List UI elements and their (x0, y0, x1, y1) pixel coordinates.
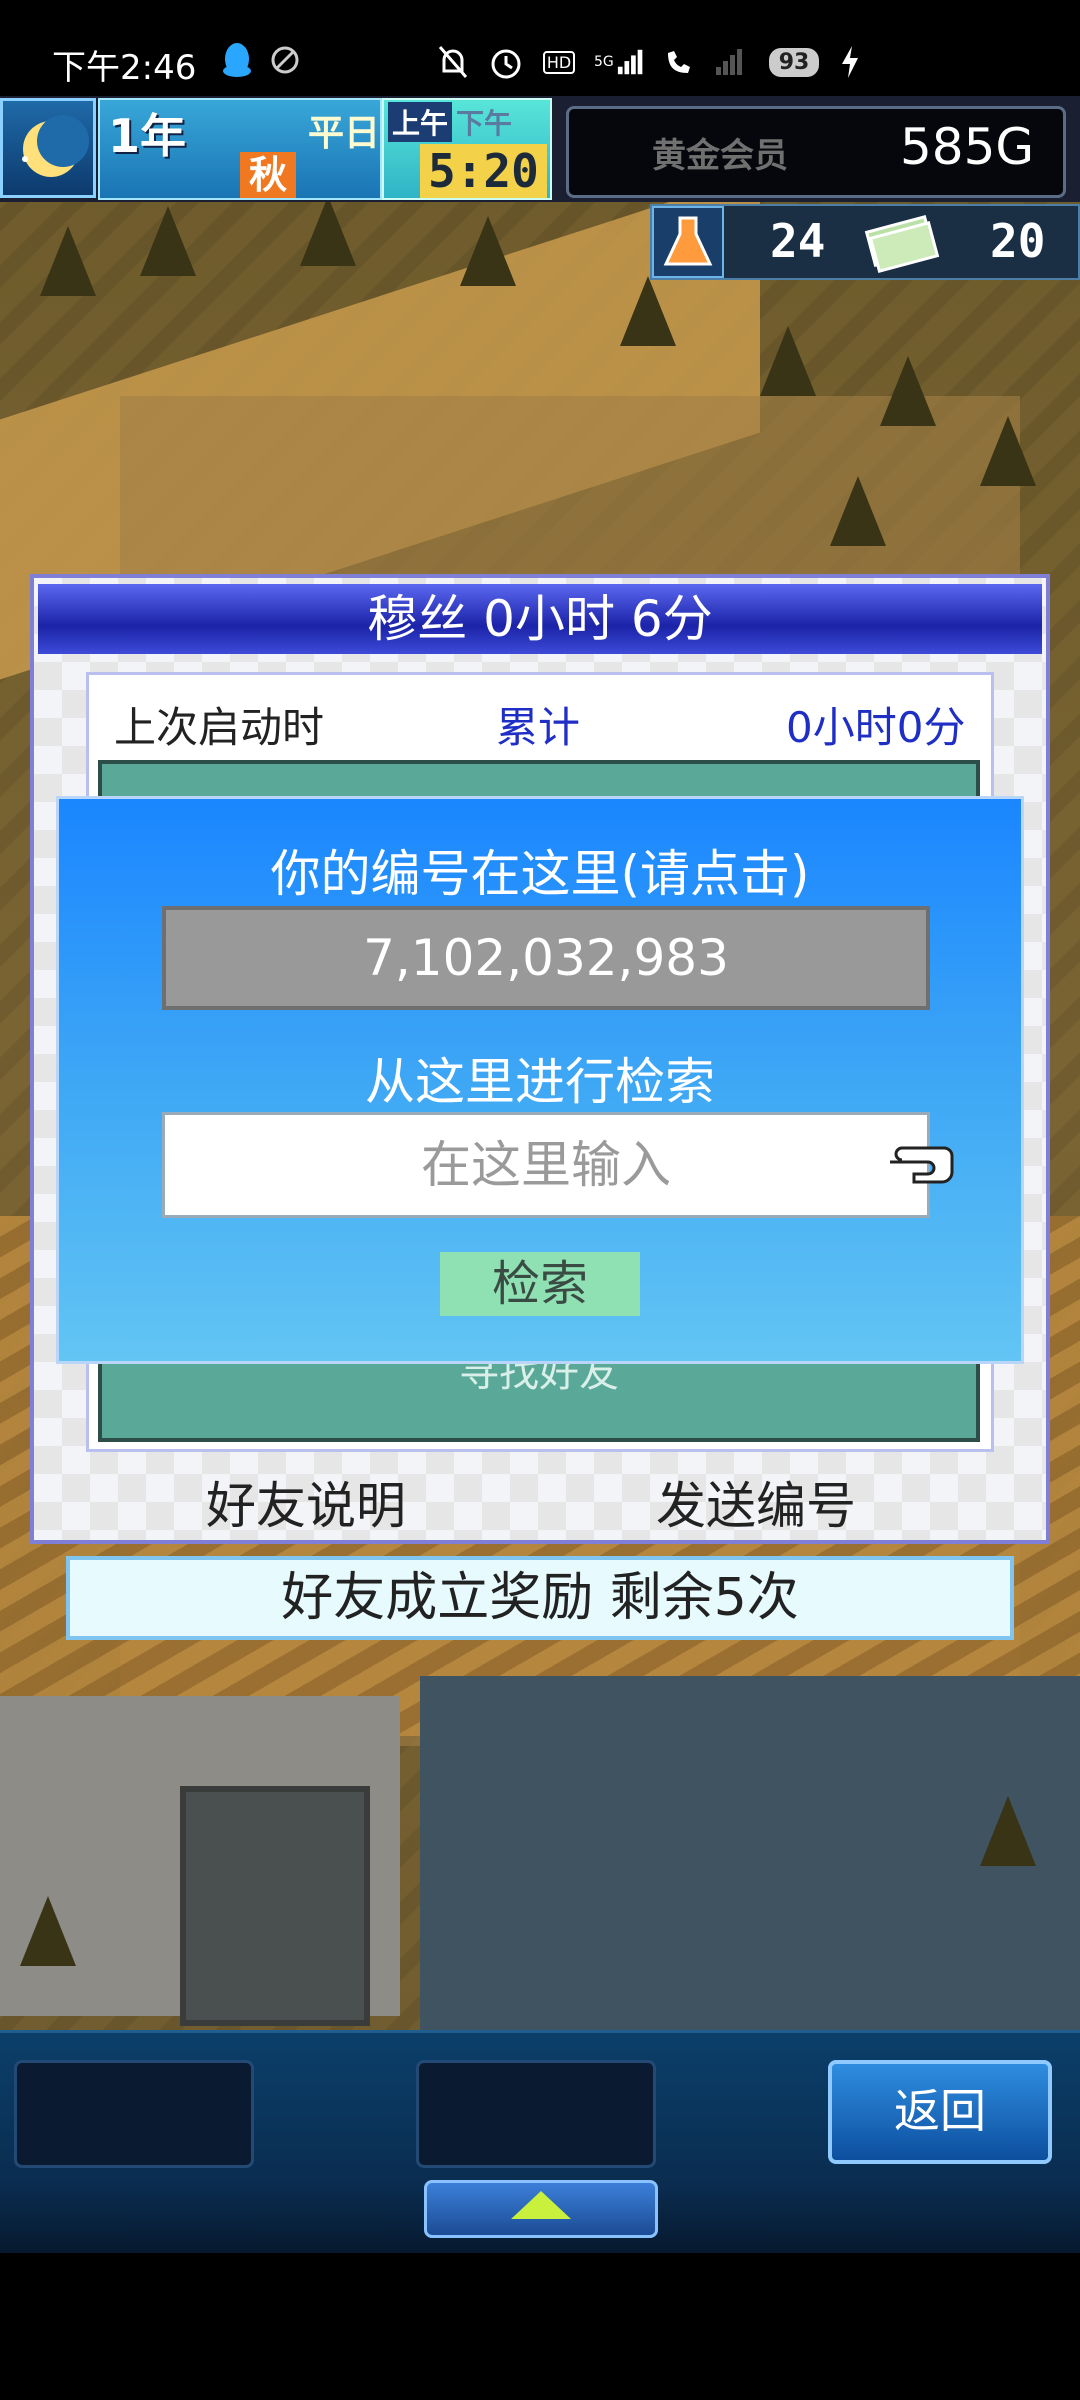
menu-slot-center[interactable] (416, 2060, 656, 2168)
back-button[interactable]: 返回 (828, 2060, 1052, 2164)
send-id-button[interactable]: 发送编号 (656, 1466, 856, 1538)
search-heading: 从这里进行检索 (365, 1053, 715, 1111)
tree (460, 216, 516, 286)
dialog-title: 穆丝 0小时 6分 (38, 584, 1042, 654)
hd-icon: HD (542, 45, 576, 79)
am-label: 上午 (388, 102, 453, 142)
money-bills-icon (862, 212, 942, 276)
tree (20, 1896, 76, 1966)
tree (300, 196, 356, 266)
research-flask-icon (652, 206, 724, 278)
tree (980, 416, 1036, 486)
research-points: 24 (770, 214, 826, 268)
tree (880, 356, 936, 426)
money-points: 20 (990, 214, 1046, 268)
signal-5g-icon: 5G (594, 45, 644, 79)
charging-icon (842, 46, 858, 78)
app-notification-icon (271, 46, 299, 74)
tree (140, 206, 196, 276)
friend-reward-banner: 好友成立奖励 剩余5次 (66, 1556, 1014, 1640)
status-bar: 下午2:46 HD 5G 93 (0, 0, 1080, 96)
friend-id-box[interactable]: 7,102,032,983 (162, 906, 930, 1010)
id-heading: 你的编号在这里(请点击) (270, 845, 810, 903)
last-launch-label: 上次启动时 (114, 703, 325, 752)
gold-amount: 585G (900, 118, 1035, 176)
gold-member-label: 黄金会员 (652, 136, 788, 176)
moon-night-icon[interactable] (0, 98, 96, 198)
call-icon (668, 51, 690, 73)
up-arrow-icon (511, 2191, 571, 2219)
clock-panel: 上午 下午 5:20 (382, 98, 552, 200)
expand-menu-button[interactable] (424, 2180, 658, 2238)
tree (980, 1796, 1036, 1866)
pm-label: 下午 (456, 107, 513, 140)
alarm-icon (491, 49, 521, 79)
date-panel: 1年 平日 秋 (98, 98, 382, 200)
system-icons: HD 5G 93 (436, 40, 860, 84)
qq-penguin-icon (223, 43, 251, 77)
total-label: 累计 (496, 703, 581, 752)
tree (620, 276, 676, 346)
battery-icon: 93 (766, 45, 822, 79)
tree (40, 226, 96, 296)
search-button[interactable]: 检索 (440, 1252, 640, 1316)
tree (830, 476, 886, 546)
tree (760, 326, 816, 396)
mute-bell-icon (438, 46, 468, 78)
friend-search-input[interactable] (162, 1112, 930, 1218)
season-label: 秋 (240, 152, 296, 198)
game-clock: 5:20 (420, 144, 547, 198)
day-type-label: 平日 (308, 113, 381, 154)
status-time: 下午2:46 (52, 48, 197, 88)
friend-explain-button[interactable]: 好友说明 (206, 1466, 406, 1538)
notification-icons (220, 40, 302, 80)
pointing-hand-icon (884, 1136, 964, 1192)
total-value: 0小时0分 (786, 703, 966, 752)
gate-door (180, 1786, 370, 2026)
signal-empty-icon (716, 49, 742, 75)
menu-slot-left[interactable] (14, 2060, 254, 2168)
year-label: 1年 (108, 109, 187, 163)
